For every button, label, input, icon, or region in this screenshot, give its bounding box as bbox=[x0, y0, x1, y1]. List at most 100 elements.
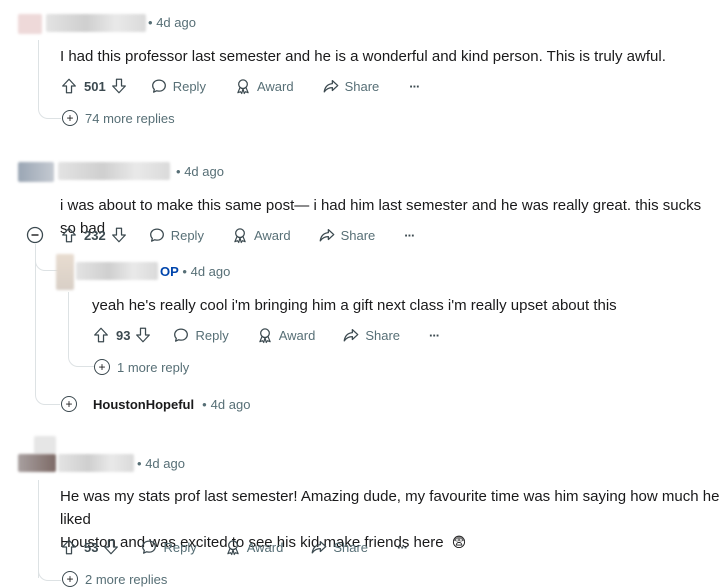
more-icon[interactable]: ··· bbox=[404, 223, 415, 247]
reply-icon bbox=[140, 538, 158, 556]
expand-icon: + bbox=[62, 571, 78, 587]
share-label: Share bbox=[365, 327, 401, 343]
share-icon bbox=[310, 538, 328, 556]
downvote-icon[interactable] bbox=[102, 538, 120, 556]
more-label: ··· bbox=[397, 539, 408, 555]
vote-count: 93 bbox=[116, 327, 131, 343]
reply-label: Reply bbox=[195, 327, 229, 343]
thread-curve bbox=[35, 386, 60, 405]
username bbox=[58, 454, 134, 472]
more-icon[interactable]: ··· bbox=[397, 535, 408, 559]
reply-body: yeah he's really cool i'm bringing him a… bbox=[92, 297, 617, 314]
vote-group: 232 bbox=[60, 223, 128, 247]
reply-label: Reply bbox=[172, 78, 206, 94]
comment-body: I had this professor last semester and h… bbox=[60, 48, 666, 65]
timestamp: 4d ago bbox=[210, 396, 251, 412]
timestamp: 4d ago bbox=[184, 164, 224, 179]
more-replies-label: 2 more replies bbox=[85, 571, 168, 587]
more-replies-link[interactable]: + 1 more reply bbox=[94, 359, 189, 375]
comment-actions: 232 Reply Award Share ··· bbox=[60, 223, 415, 247]
op-badge: OP bbox=[160, 264, 179, 279]
reply-username: HoustonHopeful bbox=[93, 396, 195, 412]
award-icon bbox=[234, 77, 252, 95]
separator: • bbox=[148, 15, 153, 30]
comment-body-line: He was my stats prof last semester! Amaz… bbox=[60, 488, 720, 528]
avatar bbox=[18, 162, 54, 182]
reply-actions: 93 Reply Award Share ··· bbox=[92, 323, 440, 347]
collapsed-reply[interactable]: + HoustonHopeful • 4d ago bbox=[61, 396, 250, 412]
reply-button[interactable]: Reply bbox=[148, 223, 204, 247]
avatar bbox=[56, 254, 74, 290]
thread-line bbox=[38, 40, 39, 102]
timestamp: 4d ago bbox=[145, 456, 185, 471]
share-button[interactable]: Share bbox=[318, 223, 376, 247]
username bbox=[58, 162, 170, 180]
award-button[interactable]: Award bbox=[224, 535, 283, 559]
thread-line bbox=[68, 292, 69, 348]
collapse-icon[interactable] bbox=[25, 225, 45, 245]
share-label: Share bbox=[340, 227, 376, 243]
award-icon bbox=[256, 326, 274, 344]
reply-meta: OP • 4d ago bbox=[160, 264, 230, 279]
award-label: Award bbox=[278, 327, 316, 343]
separator: • bbox=[137, 456, 142, 471]
upvote-icon[interactable] bbox=[60, 538, 78, 556]
share-button[interactable]: Share bbox=[310, 535, 368, 559]
upvote-icon[interactable] bbox=[60, 226, 78, 244]
more-icon[interactable]: ··· bbox=[409, 74, 420, 98]
thread-curve bbox=[38, 570, 61, 581]
more-icon[interactable]: ··· bbox=[429, 323, 440, 347]
separator: • bbox=[202, 396, 207, 412]
reply-button[interactable]: Reply bbox=[150, 74, 206, 98]
vote-group: 53 bbox=[60, 535, 120, 559]
fearful-face-emoji: 😨 bbox=[451, 534, 467, 550]
share-icon bbox=[318, 226, 336, 244]
share-icon bbox=[342, 326, 360, 344]
more-replies-label: 74 more replies bbox=[85, 110, 175, 126]
comment-actions: 53 Reply Award Share ··· bbox=[60, 535, 408, 559]
upvote-icon[interactable] bbox=[92, 326, 110, 344]
more-replies-label: 1 more reply bbox=[117, 359, 190, 375]
award-icon bbox=[231, 226, 249, 244]
vote-group: 93 bbox=[92, 323, 152, 347]
downvote-icon[interactable] bbox=[110, 77, 128, 95]
downvote-icon[interactable] bbox=[110, 226, 128, 244]
award-label: Award bbox=[256, 78, 294, 94]
reply-label: Reply bbox=[170, 227, 204, 243]
upvote-icon[interactable] bbox=[60, 77, 78, 95]
reply-button[interactable]: Reply bbox=[172, 323, 229, 347]
share-button[interactable]: Share bbox=[342, 323, 400, 347]
more-replies-link[interactable]: + 2 more replies bbox=[62, 571, 167, 587]
more-replies-link[interactable]: + 74 more replies bbox=[62, 110, 175, 126]
more-label: ··· bbox=[429, 327, 440, 343]
comment-meta: • 4d ago bbox=[176, 164, 224, 179]
vote-count: 232 bbox=[84, 227, 106, 243]
downvote-icon[interactable] bbox=[134, 326, 152, 344]
share-button[interactable]: Share bbox=[322, 74, 380, 98]
more-label: ··· bbox=[404, 227, 415, 243]
share-label: Share bbox=[333, 539, 369, 555]
timestamp: 4d ago bbox=[190, 264, 231, 279]
reply-button[interactable]: Reply bbox=[140, 535, 197, 559]
thread-curve bbox=[68, 346, 95, 367]
comment-meta: • 4d ago bbox=[137, 456, 185, 471]
vote-count: 53 bbox=[84, 539, 99, 555]
comment-meta: • 4d ago bbox=[148, 15, 196, 30]
username bbox=[76, 262, 158, 280]
username bbox=[46, 14, 146, 32]
expand-icon: + bbox=[94, 359, 110, 375]
reply-label: Reply bbox=[163, 539, 197, 555]
expand-icon: + bbox=[62, 110, 78, 126]
comment-actions: 501 Reply Award Share ··· bbox=[60, 74, 420, 98]
vote-group: 501 bbox=[60, 74, 128, 98]
thread-curve bbox=[38, 100, 61, 119]
award-button[interactable]: Award bbox=[234, 74, 294, 98]
reply-icon bbox=[148, 226, 166, 244]
share-label: Share bbox=[344, 78, 380, 94]
avatar bbox=[18, 14, 42, 34]
award-button[interactable]: Award bbox=[231, 223, 291, 247]
more-label: ··· bbox=[409, 78, 420, 94]
thread-line bbox=[38, 480, 39, 578]
award-button[interactable]: Award bbox=[256, 323, 316, 347]
expand-icon: + bbox=[61, 396, 77, 412]
